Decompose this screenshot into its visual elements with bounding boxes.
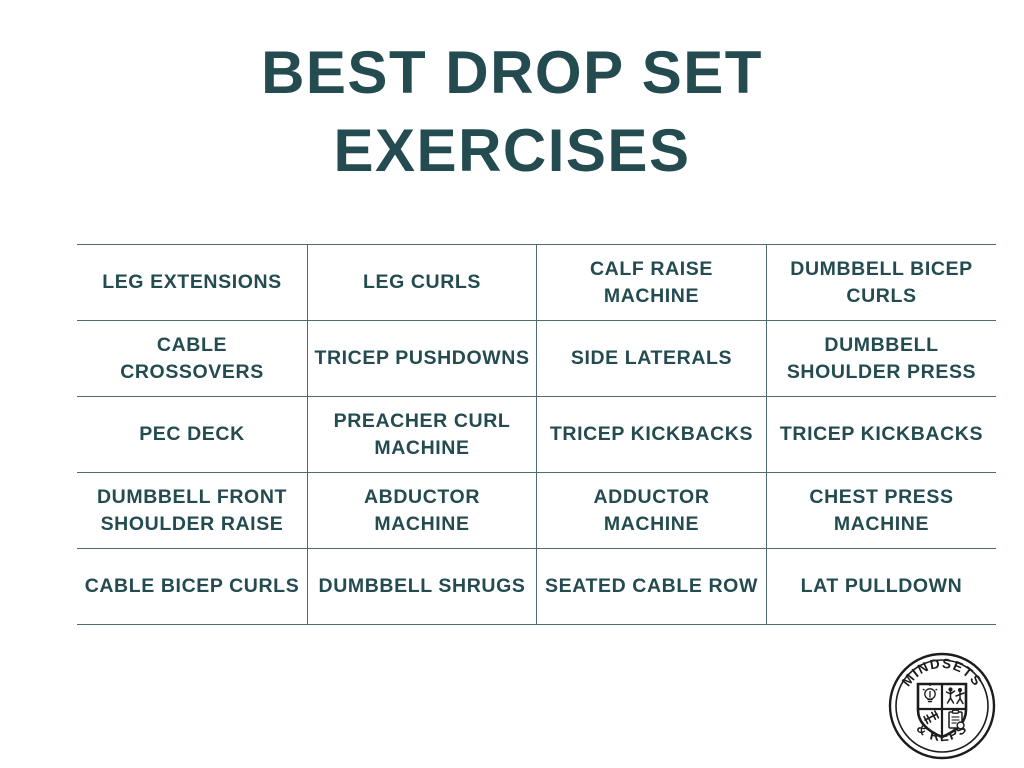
table-cell: DUMBBELL SHRUGS: [307, 548, 537, 625]
table-cell: CABLE BICEP CURLS: [77, 548, 308, 625]
table-cell: DUMBBELL FRONT SHOULDER RAISE: [77, 472, 308, 549]
mindsets-and-reps-logo: MINDSETS & REPS: [886, 650, 998, 762]
table-cell: TRICEP KICKBACKS: [536, 396, 767, 473]
table-cell: DUMBBELL BICEP CURLS: [766, 244, 996, 321]
clipboard-icon: [948, 709, 965, 730]
table-cell: PREACHER CURL MACHINE: [307, 396, 537, 473]
table-row: PEC DECK PREACHER CURL MACHINE TRICEP KI…: [77, 396, 996, 473]
exercise-table-body: LEG EXTENSIONS LEG CURLS CALF RAISE MACH…: [77, 244, 996, 625]
table-cell: CABLE CROSSOVERS: [77, 320, 308, 397]
table-row: CABLE BICEP CURLS DUMBBELL SHRUGS SEATED…: [77, 548, 996, 625]
table-cell: CALF RAISE MACHINE: [536, 244, 767, 321]
page-title-line-1: BEST DROP SET: [261, 39, 763, 106]
exercise-table: LEG EXTENSIONS LEG CURLS CALF RAISE MACH…: [77, 244, 996, 625]
table-row: DUMBBELL FRONT SHOULDER RAISE ABDUCTOR M…: [77, 472, 996, 549]
page-title: BEST DROP SET EXERCISES: [0, 34, 1024, 190]
table-cell: SIDE LATERALS: [536, 320, 767, 397]
infographic-page: BEST DROP SET EXERCISES LEG EXTENSIONS L…: [0, 0, 1024, 768]
table-cell: ABDUCTOR MACHINE: [307, 472, 537, 549]
page-title-line-2: EXERCISES: [333, 117, 691, 184]
table-row: CABLE CROSSOVERS TRICEP PUSHDOWNS SIDE L…: [77, 320, 996, 397]
table-cell: DUMBBELL SHOULDER PRESS: [766, 320, 996, 397]
table-cell: LEG CURLS: [307, 244, 537, 321]
table-cell: TRICEP PUSHDOWNS: [307, 320, 537, 397]
table-row: LEG EXTENSIONS LEG CURLS CALF RAISE MACH…: [77, 244, 996, 321]
table-cell: SEATED CABLE ROW: [536, 548, 767, 625]
table-cell: LEG EXTENSIONS: [77, 244, 308, 321]
table-cell: PEC DECK: [77, 396, 308, 473]
table-cell: CHEST PRESS MACHINE: [766, 472, 996, 549]
table-cell: ADDUCTOR MACHINE: [536, 472, 767, 549]
table-cell: TRICEP KICKBACKS: [766, 396, 996, 473]
table-cell: LAT PULLDOWN: [766, 548, 996, 625]
